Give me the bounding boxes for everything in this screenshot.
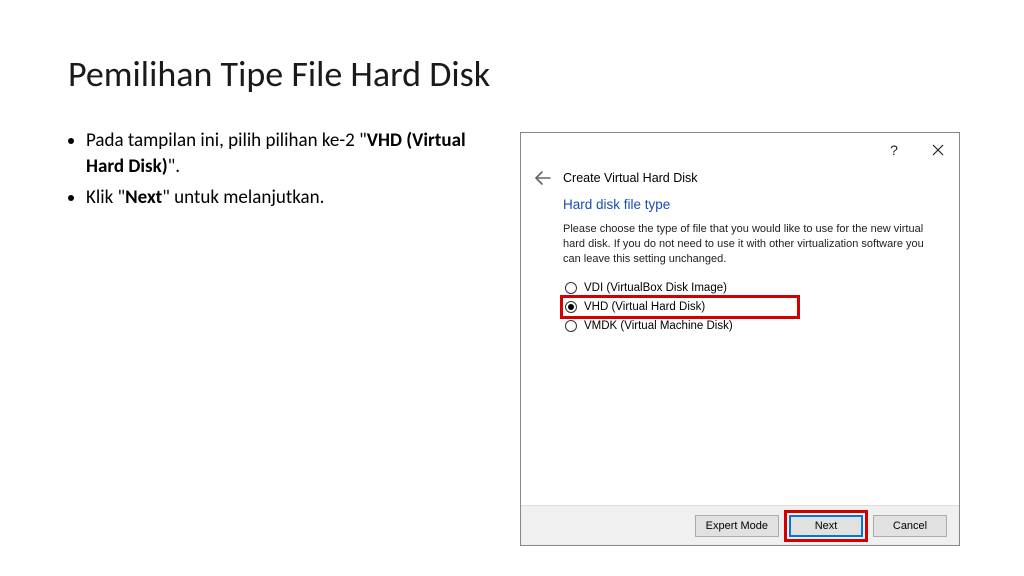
slide-body: Pada tampilan ini, pilih pilihan ke-2 "V… — [68, 128, 468, 217]
file-type-radio-group: VDI (VirtualBox Disk Image) VHD (Virtual… — [563, 279, 797, 335]
bullet-item: Pada tampilan ini, pilih pilihan ke-2 "V… — [86, 128, 468, 179]
bullet-bold: Next — [125, 186, 162, 209]
radio-icon — [565, 320, 577, 332]
bullet-item: Klik "Next" untuk melanjutkan. — [86, 185, 468, 211]
slide-title: Pemilihan Tipe File Hard Disk — [68, 52, 490, 96]
help-icon[interactable]: ? — [881, 142, 907, 158]
radio-option-vmdk[interactable]: VMDK (Virtual Machine Disk) — [563, 317, 797, 335]
section-title: Hard disk file type — [563, 197, 933, 212]
dialog-header: Create Virtual Hard Disk — [521, 167, 959, 197]
next-button-highlight: Next — [787, 513, 865, 539]
dialog-heading: Create Virtual Hard Disk — [563, 171, 698, 185]
bullet-text: ". — [168, 155, 180, 178]
bullet-text: Pada tampilan ini, pilih pilihan ke-2 " — [86, 129, 367, 152]
bullet-text: Klik " — [86, 186, 125, 209]
radio-icon — [565, 282, 577, 294]
dialog-footer: Expert Mode Next Cancel — [521, 505, 959, 545]
dialog-titlebar: ? — [521, 133, 959, 167]
close-icon[interactable] — [925, 144, 951, 156]
back-arrow-icon[interactable] — [535, 171, 551, 185]
radio-label: VMDK (Virtual Machine Disk) — [584, 320, 733, 332]
radio-icon — [565, 301, 577, 313]
cancel-button[interactable]: Cancel — [873, 515, 947, 537]
radio-label: VHD (Virtual Hard Disk) — [584, 301, 705, 313]
radio-option-vdi[interactable]: VDI (VirtualBox Disk Image) — [563, 279, 797, 297]
radio-option-vhd[interactable]: VHD (Virtual Hard Disk) — [563, 298, 797, 316]
create-vhd-dialog: ? Create Virtual Hard Disk Hard disk fil… — [520, 132, 960, 546]
radio-label: VDI (VirtualBox Disk Image) — [584, 282, 727, 294]
section-description: Please choose the type of file that you … — [563, 222, 933, 267]
expert-mode-button[interactable]: Expert Mode — [695, 515, 779, 537]
next-button[interactable]: Next — [789, 515, 863, 537]
bullet-text: " untuk melanjutkan. — [162, 186, 324, 209]
dialog-content: Hard disk file type Please choose the ty… — [521, 197, 959, 505]
